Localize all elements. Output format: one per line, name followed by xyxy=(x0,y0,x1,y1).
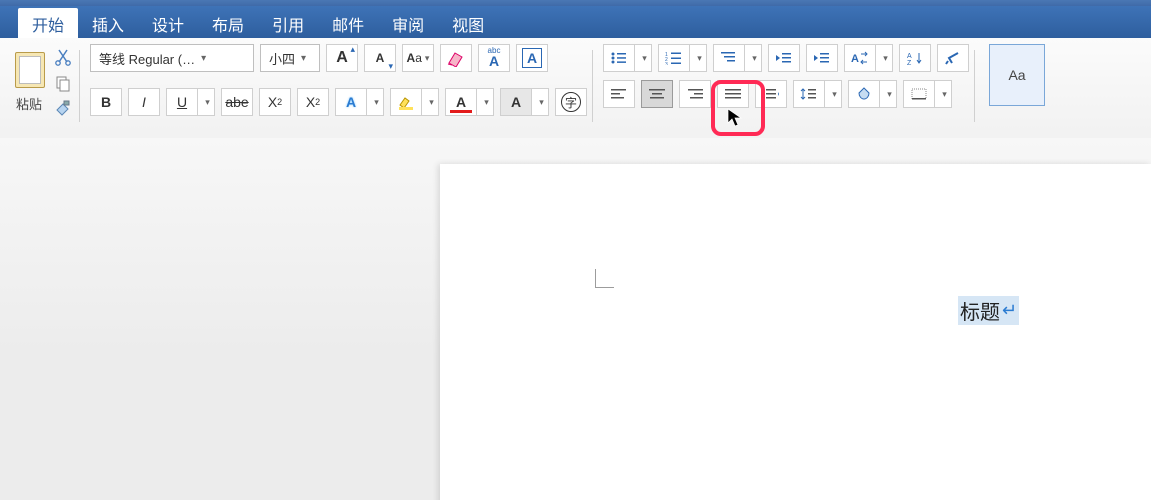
svg-text:Z: Z xyxy=(907,60,912,65)
font-color-button[interactable]: A xyxy=(445,88,476,116)
align-center-button[interactable] xyxy=(641,80,673,108)
text-direction-dropdown[interactable]: ▾ xyxy=(875,44,893,72)
char-shading-dropdown[interactable]: ▾ xyxy=(531,88,549,116)
multilevel-dropdown[interactable]: ▾ xyxy=(744,44,762,72)
tab-design[interactable]: 设计 xyxy=(138,6,198,38)
paste-label: 粘贴 xyxy=(16,94,42,113)
superscript-button[interactable]: X2 xyxy=(297,88,329,116)
highlight-button[interactable] xyxy=(390,88,421,116)
bold-button[interactable]: B xyxy=(90,88,122,116)
font-size-value: 小四 xyxy=(269,49,295,68)
text-effects-button[interactable]: A xyxy=(335,88,366,116)
style-normal[interactable]: Aa xyxy=(989,44,1045,106)
font-family-value: 等线 Regular (… xyxy=(99,49,195,68)
strikethrough-button[interactable]: abe xyxy=(221,88,253,116)
subscript-button[interactable]: X2 xyxy=(259,88,291,116)
document-title-text[interactable]: 标题 ↵ xyxy=(958,296,1019,325)
text-effects-dropdown[interactable]: ▾ xyxy=(366,88,384,116)
format-painter-button[interactable] xyxy=(52,98,74,120)
tab-view[interactable]: 视图 xyxy=(438,6,498,38)
show-marks-button[interactable] xyxy=(937,44,969,72)
tab-references[interactable]: 引用 xyxy=(258,6,318,38)
app-window: 开始 插入 设计 布局 引用 邮件 审阅 视图 粘贴 等线 Regular (…… xyxy=(0,0,1151,500)
phonetic-guide-button[interactable]: abcA xyxy=(478,44,510,72)
char-shading-button[interactable]: A xyxy=(500,88,531,116)
tab-insert[interactable]: 插入 xyxy=(78,6,138,38)
bullets-dropdown[interactable]: ▾ xyxy=(634,44,652,72)
decrease-font-button[interactable]: A▾ xyxy=(364,44,396,72)
shading-button[interactable] xyxy=(848,80,879,108)
underline-button[interactable]: U xyxy=(166,88,197,116)
underline-dropdown[interactable]: ▾ xyxy=(197,88,215,116)
tab-layout[interactable]: 布局 xyxy=(198,6,258,38)
bullets-button[interactable] xyxy=(603,44,634,72)
character-border-button[interactable]: A xyxy=(516,44,548,72)
align-justify-button[interactable] xyxy=(717,80,749,108)
align-left-button[interactable] xyxy=(603,80,635,108)
font-color-dropdown[interactable]: ▾ xyxy=(476,88,494,116)
font-family-combo[interactable]: 等线 Regular (…▾ xyxy=(90,44,254,72)
document-canvas: 标题 ↵ xyxy=(0,138,1151,500)
numbering-dropdown[interactable]: ▾ xyxy=(689,44,707,72)
line-spacing-button[interactable] xyxy=(793,80,824,108)
tab-review[interactable]: 审阅 xyxy=(378,6,438,38)
clear-formatting-button[interactable] xyxy=(440,44,472,72)
font-size-combo[interactable]: 小四▾ xyxy=(260,44,320,72)
group-clipboard: 粘贴 xyxy=(6,44,80,132)
italic-button[interactable]: I xyxy=(128,88,160,116)
group-styles: Aa xyxy=(975,44,1051,132)
line-spacing-dropdown[interactable]: ▾ xyxy=(824,80,842,108)
tab-mailings[interactable]: 邮件 xyxy=(318,6,378,38)
margin-corner-mark xyxy=(595,269,614,288)
increase-indent-button[interactable] xyxy=(806,44,838,72)
cut-button[interactable] xyxy=(52,46,74,68)
svg-text:A: A xyxy=(851,53,859,65)
borders-dropdown[interactable]: ▾ xyxy=(934,80,952,108)
align-right-button[interactable] xyxy=(679,80,711,108)
borders-button[interactable] xyxy=(903,80,934,108)
svg-text:A: A xyxy=(907,53,912,60)
tab-home[interactable]: 开始 xyxy=(18,8,78,38)
highlight-dropdown[interactable]: ▾ xyxy=(421,88,439,116)
shading-dropdown[interactable]: ▾ xyxy=(879,80,897,108)
change-case-button[interactable]: Aa▾ xyxy=(402,44,434,72)
document-page[interactable]: 标题 ↵ xyxy=(440,164,1151,500)
paste-icon[interactable] xyxy=(12,46,46,88)
svg-text:3: 3 xyxy=(665,62,668,65)
multilevel-list-button[interactable] xyxy=(713,44,744,72)
sort-button[interactable]: AZ xyxy=(899,44,931,72)
copy-button[interactable] xyxy=(52,72,74,94)
group-font: 等线 Regular (…▾ 小四▾ A▴ A▾ Aa▾ abcA A B I … xyxy=(80,44,593,132)
align-distributed-button[interactable] xyxy=(755,80,787,108)
group-paragraph: ▾ 123▾ ▾ A▾ AZ ▾ ▾ ▾ xyxy=(593,44,975,132)
paragraph-mark-icon: ↵ xyxy=(1002,300,1017,321)
numbering-button[interactable]: 123 xyxy=(658,44,689,72)
ribbon: 粘贴 等线 Regular (…▾ 小四▾ A▴ A▾ Aa▾ abcA A xyxy=(0,38,1151,145)
text-direction-button[interactable]: A xyxy=(844,44,875,72)
decrease-indent-button[interactable] xyxy=(768,44,800,72)
ribbon-tabs: 开始 插入 设计 布局 引用 邮件 审阅 视图 xyxy=(0,6,1151,38)
enclose-char-button[interactable]: 字 xyxy=(555,88,587,116)
increase-font-button[interactable]: A▴ xyxy=(326,44,358,72)
